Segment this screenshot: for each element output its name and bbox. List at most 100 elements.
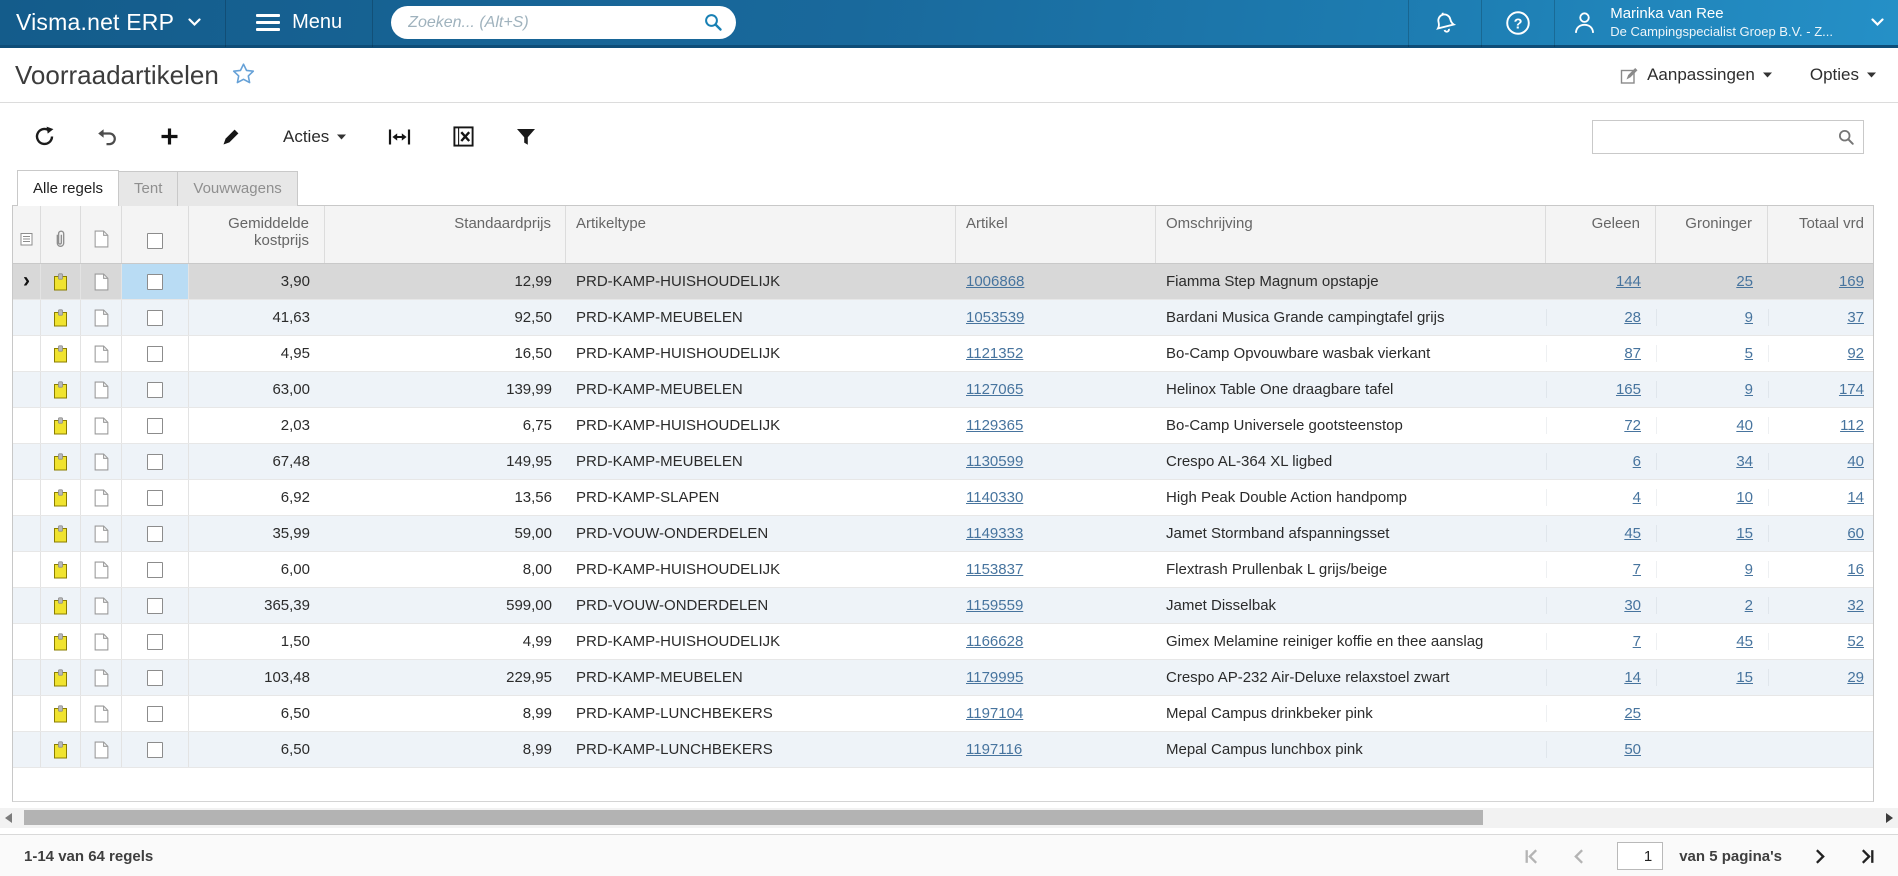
groninger-qty-link[interactable]: 9 <box>1745 381 1753 398</box>
geleen-qty-link[interactable]: 25 <box>1624 705 1641 722</box>
next-page-button[interactable] <box>1810 847 1829 866</box>
checkbox-cell[interactable] <box>122 264 189 299</box>
row-selector-cell[interactable]: › <box>13 372 41 407</box>
notes-cell[interactable] <box>81 300 122 335</box>
artikel-link[interactable]: 1149333 <box>966 525 1023 542</box>
fit-columns-button[interactable] <box>388 128 411 146</box>
row-checkbox[interactable] <box>147 381 163 398</box>
tab-vouwwagens[interactable]: Vouwwagens <box>177 171 298 206</box>
attachment-cell[interactable] <box>41 408 81 443</box>
groninger-qty-link[interactable]: 34 <box>1736 453 1753 470</box>
attachment-cell[interactable] <box>41 552 81 587</box>
artikel-link[interactable]: 1129365 <box>966 417 1023 434</box>
scroll-left-arrow-icon[interactable] <box>5 813 12 823</box>
artikel-link[interactable]: 1153837 <box>966 561 1023 578</box>
help-button[interactable]: ? <box>1482 0 1554 45</box>
header-checkbox-cell[interactable] <box>122 206 189 263</box>
table-row[interactable]: › 67,48 149,95 PRD-KAMP-MEUBELEN 1130599… <box>13 444 1873 480</box>
row-selector-cell[interactable]: › <box>13 552 41 587</box>
notes-cell[interactable] <box>81 732 122 767</box>
attachment-cell[interactable] <box>41 516 81 551</box>
notes-cell[interactable] <box>81 624 122 659</box>
notes-cell[interactable] <box>81 480 122 515</box>
checkbox-cell[interactable] <box>122 660 189 695</box>
artikel-link[interactable]: 1130599 <box>966 453 1023 470</box>
table-row[interactable]: › 3,90 12,99 PRD-KAMP-HUISHOUDELIJK 1006… <box>13 264 1873 300</box>
notes-cell[interactable] <box>81 588 122 623</box>
attachment-cell[interactable] <box>41 480 81 515</box>
header-groninger[interactable]: Groninger <box>1656 206 1768 263</box>
global-search-input[interactable] <box>391 6 737 39</box>
geleen-qty-link[interactable]: 6 <box>1633 453 1641 470</box>
totaal-qty-link[interactable]: 14 <box>1847 489 1864 506</box>
row-selector-cell[interactable]: › <box>13 444 41 479</box>
totaal-qty-link[interactable]: 32 <box>1847 597 1864 614</box>
add-row-button[interactable] <box>160 127 179 146</box>
geleen-qty-link[interactable]: 87 <box>1624 345 1641 362</box>
user-menu[interactable]: Marinka van Ree De Campingspecialist Gro… <box>1555 5 1898 40</box>
table-row[interactable]: › 6,00 8,00 PRD-KAMP-HUISHOUDELIJK 11538… <box>13 552 1873 588</box>
artikel-link[interactable]: 1006868 <box>966 273 1024 290</box>
row-checkbox[interactable] <box>147 525 163 542</box>
row-selector-cell[interactable]: › <box>13 336 41 371</box>
geleen-qty-link[interactable]: 30 <box>1624 597 1641 614</box>
artikel-link[interactable]: 1121352 <box>966 345 1023 362</box>
checkbox-cell[interactable] <box>122 372 189 407</box>
header-omschrijving[interactable]: Omschrijving <box>1156 206 1546 263</box>
brand-menu[interactable]: Visma.net ERP <box>0 9 201 36</box>
checkbox-cell[interactable] <box>122 480 189 515</box>
checkbox-cell[interactable] <box>122 408 189 443</box>
notifications-button[interactable] <box>1409 0 1481 45</box>
row-checkbox[interactable] <box>147 597 163 614</box>
row-selector-cell[interactable]: › <box>13 624 41 659</box>
header-artikeltype[interactable]: Artikeltype <box>566 206 956 263</box>
notes-cell[interactable] <box>81 516 122 551</box>
totaal-qty-link[interactable]: 37 <box>1847 309 1864 326</box>
groninger-qty-link[interactable]: 15 <box>1736 669 1753 686</box>
checkbox-cell[interactable] <box>122 624 189 659</box>
geleen-qty-link[interactable]: 4 <box>1633 489 1641 506</box>
export-excel-button[interactable] <box>453 126 474 147</box>
table-row[interactable]: › 365,39 599,00 PRD-VOUW-ONDERDELEN 1159… <box>13 588 1873 624</box>
totaal-qty-link[interactable]: 112 <box>1840 417 1864 434</box>
row-checkbox[interactable] <box>147 273 163 290</box>
attachment-cell[interactable] <box>41 732 81 767</box>
groninger-qty-link[interactable]: 40 <box>1736 417 1753 434</box>
table-row[interactable]: › 41,63 92,50 PRD-KAMP-MEUBELEN 1053539 … <box>13 300 1873 336</box>
row-selector-cell[interactable]: › <box>13 408 41 443</box>
attachment-cell[interactable] <box>41 300 81 335</box>
table-row[interactable]: › 6,92 13,56 PRD-KAMP-SLAPEN 1140330 Hig… <box>13 480 1873 516</box>
table-row[interactable]: › 103,48 229,95 PRD-KAMP-MEUBELEN 117999… <box>13 660 1873 696</box>
artikel-link[interactable]: 1197116 <box>966 741 1022 758</box>
previous-page-button[interactable] <box>1570 847 1589 866</box>
table-row[interactable]: › 35,99 59,00 PRD-VOUW-ONDERDELEN 114933… <box>13 516 1873 552</box>
acties-menu[interactable]: Acties <box>283 127 347 147</box>
table-row[interactable]: › 2,03 6,75 PRD-KAMP-HUISHOUDELIJK 11293… <box>13 408 1873 444</box>
aanpassingen-menu[interactable]: Aanpassingen <box>1620 65 1772 85</box>
row-selector-cell[interactable]: › <box>13 264 41 299</box>
checkbox-cell[interactable] <box>122 516 189 551</box>
notes-cell[interactable] <box>81 444 122 479</box>
geleen-qty-link[interactable]: 14 <box>1624 669 1641 686</box>
artikel-link[interactable]: 1166628 <box>966 633 1023 650</box>
attachment-cell[interactable] <box>41 624 81 659</box>
notes-cell[interactable] <box>81 408 122 443</box>
row-checkbox[interactable] <box>147 345 163 362</box>
row-checkbox[interactable] <box>147 489 163 506</box>
table-row[interactable]: › 4,95 16,50 PRD-KAMP-HUISHOUDELIJK 1121… <box>13 336 1873 372</box>
row-checkbox[interactable] <box>147 417 163 434</box>
notes-cell[interactable] <box>81 336 122 371</box>
header-standaardprijs[interactable]: Standaardprijs <box>325 206 566 263</box>
header-artikel[interactable]: Artikel <box>956 206 1156 263</box>
geleen-qty-link[interactable]: 50 <box>1624 741 1641 758</box>
scroll-right-arrow-icon[interactable] <box>1886 813 1893 823</box>
header-kostprijs[interactable]: Gemiddelde kostprijs <box>189 206 325 263</box>
select-all-checkbox[interactable] <box>147 232 163 249</box>
row-selector-cell[interactable]: › <box>13 516 41 551</box>
checkbox-cell[interactable] <box>122 300 189 335</box>
table-row[interactable]: › 6,50 8,99 PRD-KAMP-LUNCHBEKERS 1197104… <box>13 696 1873 732</box>
horizontal-scrollbar[interactable] <box>0 808 1898 828</box>
artikel-link[interactable]: 1179995 <box>966 669 1023 686</box>
artikel-link[interactable]: 1159559 <box>966 597 1023 614</box>
header-settings-cell[interactable] <box>13 206 41 263</box>
